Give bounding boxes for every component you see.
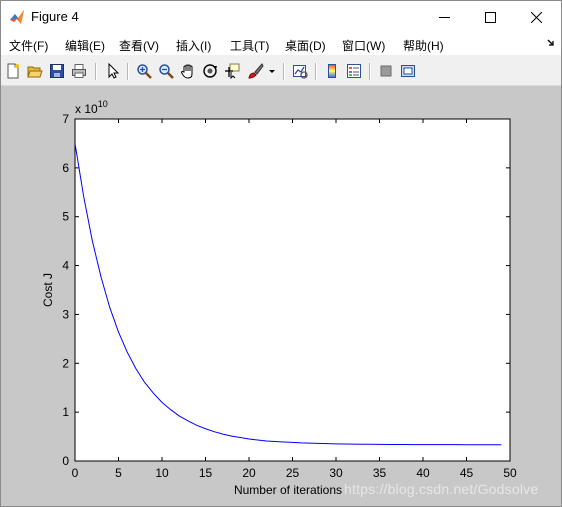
data-cursor-button[interactable] [223, 62, 241, 80]
link-plot-icon [293, 65, 308, 79]
y-tick-label: 4 [62, 259, 69, 273]
minimize-button[interactable] [421, 1, 467, 33]
toolbar-separator [315, 63, 317, 80]
edit-plot-button[interactable] [104, 62, 122, 80]
brush-dropdown-icon [269, 70, 275, 73]
menu-desktop[interactable]: 桌面(D) [285, 37, 326, 54]
brush-icon [248, 63, 264, 79]
x-tick-label: 15 [199, 466, 213, 480]
figure-canvas[interactable]: 0 5 10 15 20 25 30 35 40 45 50 0 1 2 3 4 5 6 7 x 1010 Numb… [1, 86, 561, 506]
menu-edit[interactable]: 编辑(E) [65, 37, 105, 54]
minimize-icon [438, 16, 450, 18]
menu-window[interactable]: 窗口(W) [342, 37, 385, 54]
toolbar-separator [283, 63, 285, 80]
menu-file[interactable]: 文件(F) [9, 37, 48, 54]
x-tick-label: 5 [115, 466, 122, 480]
colorbar-button[interactable] [323, 62, 341, 80]
data-cursor-icon [225, 63, 240, 79]
y-exponent-multiplier: x 1010 [75, 99, 108, 116]
rotate-3d-icon [203, 64, 217, 78]
y-tick-label: 6 [62, 161, 69, 175]
print-button[interactable] [70, 62, 88, 80]
save-button[interactable] [48, 62, 66, 80]
menu-help[interactable]: 帮助(H) [403, 37, 444, 54]
zoom-out-button[interactable] [157, 62, 175, 80]
brush-dropdown-button[interactable] [267, 62, 277, 80]
window-title: Figure 4 [31, 9, 79, 24]
figure-toolbar [1, 57, 561, 86]
y-tick-label: 5 [62, 210, 69, 224]
axes-background[interactable] [74, 118, 511, 462]
y-tick-label: 2 [62, 356, 69, 370]
figure-window: Figure 4 文件(F) 编辑(E) 查看(V) 插入(I) 工具(T) 桌… [0, 0, 562, 507]
zoom-in-icon [137, 64, 152, 79]
print-icon [72, 64, 86, 78]
y-tick-label: 7 [62, 112, 69, 126]
legend-icon [347, 64, 361, 78]
x-tick-label: 40 [416, 466, 430, 480]
pan-hand-icon [180, 64, 193, 79]
new-figure-icon [7, 63, 19, 79]
brush-button[interactable] [247, 62, 265, 80]
dock-arrow-icon[interactable] [547, 39, 555, 47]
y-tick-label: 1 [62, 405, 69, 419]
y-axis-label: Cost J [41, 273, 55, 307]
close-icon [530, 11, 542, 23]
hide-plot-tools-icon [380, 65, 392, 77]
x-tick-label: 25 [286, 466, 300, 480]
x-tick-label: 20 [242, 466, 256, 480]
edit-plot-arrow-icon [108, 63, 120, 79]
legend-button[interactable] [345, 62, 363, 80]
matlab-logo-icon [10, 10, 24, 24]
show-plot-tools-icon [401, 65, 415, 77]
rotate-3d-button[interactable] [201, 62, 219, 80]
title-bar[interactable]: Figure 4 [1, 1, 561, 33]
menu-insert[interactable]: 插入(I) [176, 37, 211, 54]
link-plot-button[interactable] [291, 62, 309, 80]
zoom-in-button[interactable] [135, 62, 153, 80]
x-tick-label: 0 [72, 466, 79, 480]
colorbar-icon [328, 64, 336, 78]
open-file-icon [27, 66, 43, 78]
cost-plot[interactable]: 0 5 10 15 20 25 30 35 40 45 5001234567 x 1010 Numb… [1, 86, 561, 506]
pan-button[interactable] [179, 62, 197, 80]
hide-plot-tools-button[interactable] [377, 62, 395, 80]
toolbar-separator [95, 63, 97, 80]
save-icon [50, 64, 64, 78]
y-tick-label: 3 [62, 307, 69, 321]
x-axis-label: Number of iterations [234, 483, 342, 497]
toolbar-separator [127, 63, 129, 80]
maximize-icon [484, 11, 496, 23]
menu-bar: 文件(F) 编辑(E) 查看(V) 插入(I) 工具(T) 桌面(D) 窗口(W… [1, 33, 561, 55]
watermark-text: https://blog.csdn.net/Godsolve [344, 481, 539, 497]
x-tick-label: 10 [155, 466, 169, 480]
show-plot-tools-button[interactable] [399, 62, 417, 80]
x-tick-label: 45 [460, 466, 474, 480]
zoom-out-icon [159, 64, 174, 79]
menu-view[interactable]: 查看(V) [119, 37, 159, 54]
toolbar-separator [369, 63, 371, 80]
y-tick-label: 0 [62, 454, 69, 468]
x-tick-label: 50 [503, 466, 517, 480]
open-file-button[interactable] [26, 62, 44, 80]
x-tick-label: 35 [373, 466, 387, 480]
close-button[interactable] [513, 1, 559, 33]
menu-tools[interactable]: 工具(T) [230, 37, 269, 54]
maximize-button[interactable] [467, 1, 513, 33]
new-figure-button[interactable] [4, 62, 22, 80]
x-tick-label: 30 [329, 466, 343, 480]
